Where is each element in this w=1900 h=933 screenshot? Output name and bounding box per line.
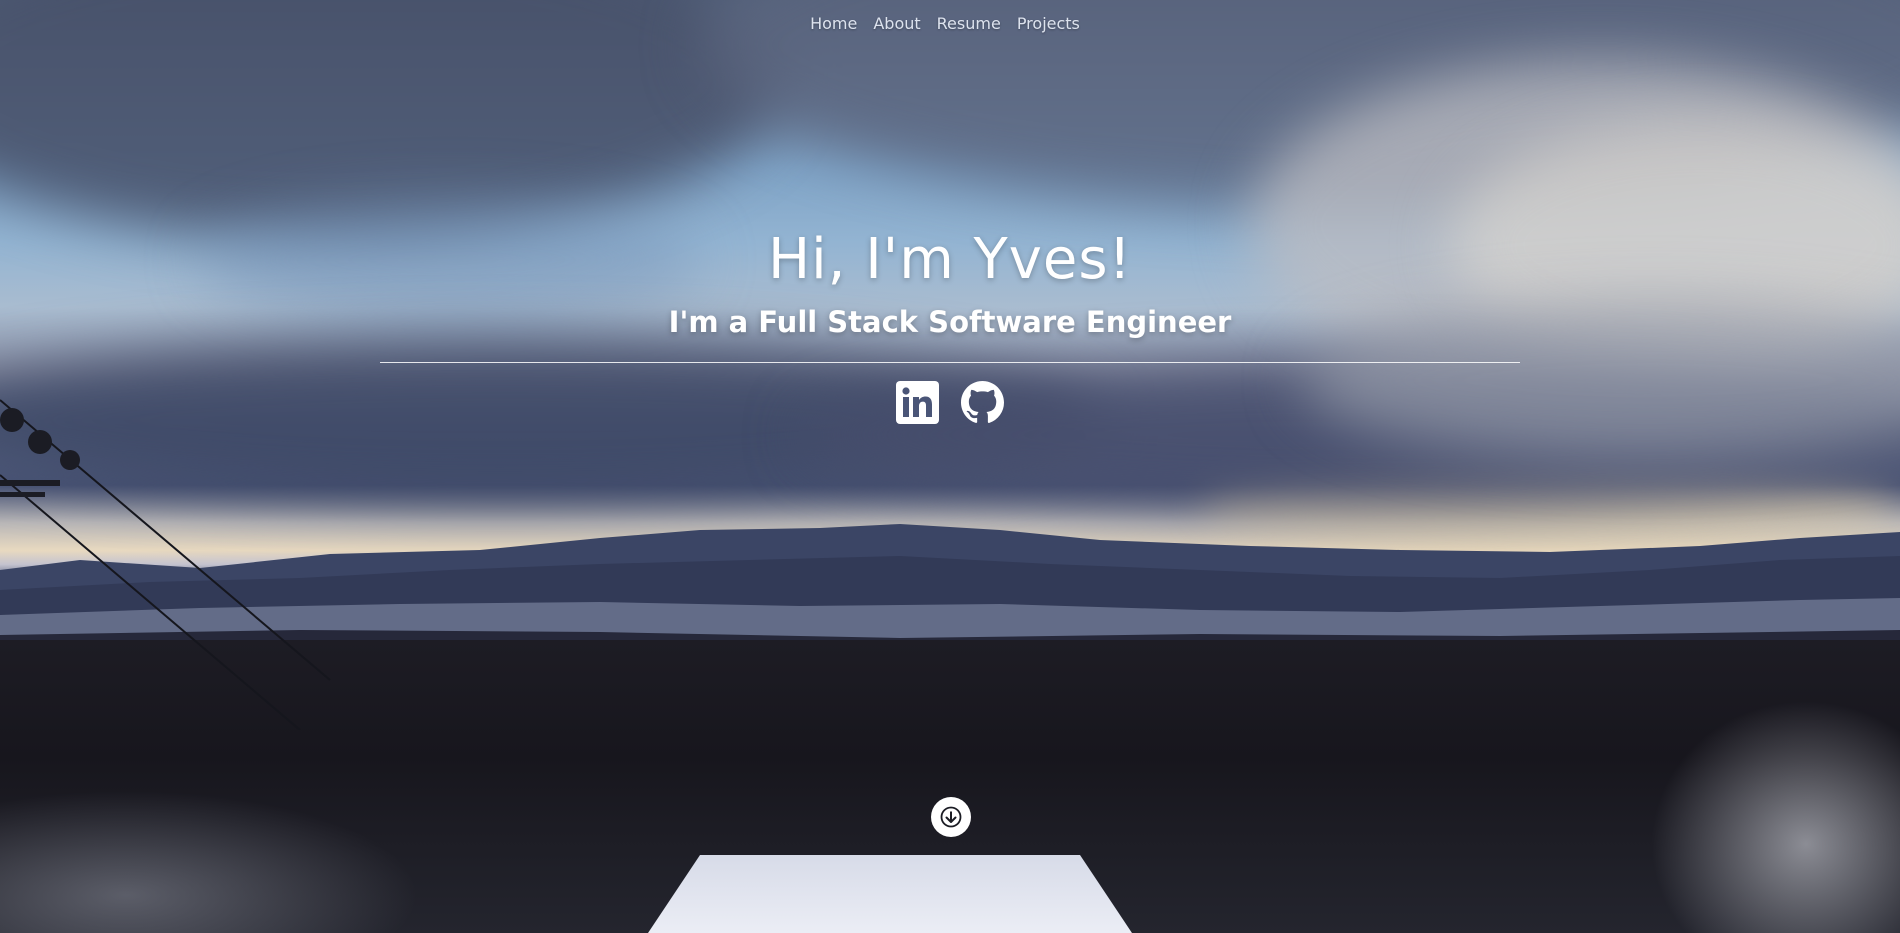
nav-item-projects[interactable]: Projects — [1017, 14, 1080, 33]
cloud-layer — [0, 0, 780, 240]
nav-item-about[interactable]: About — [873, 14, 920, 33]
ski-lift-cable — [0, 399, 331, 730]
snow-trees — [1650, 700, 1900, 933]
nav-item-home[interactable]: Home — [810, 14, 857, 33]
hero-section: Home About Resume Projects Hi, I'm Yves!… — [0, 0, 1900, 933]
page-subtitle: I'm a Full Stack Software Engineer — [668, 305, 1232, 339]
social-links — [0, 381, 1900, 424]
ski-slope — [640, 855, 1140, 933]
page-title: Hi, I'm Yves! — [768, 227, 1132, 292]
linkedin-icon — [896, 381, 939, 424]
arrow-down-icon — [940, 806, 962, 828]
github-icon — [961, 381, 1004, 423]
divider — [380, 362, 1520, 363]
scroll-down-button[interactable] — [931, 797, 971, 837]
banner: Hi, I'm Yves! I'm a Full Stack Software … — [0, 220, 1900, 424]
snow-patch — [0, 790, 420, 933]
linkedin-link[interactable] — [896, 381, 939, 424]
nav-item-resume[interactable]: Resume — [937, 14, 1001, 33]
main-nav: Home About Resume Projects — [0, 14, 1900, 33]
github-link[interactable] — [961, 381, 1004, 424]
